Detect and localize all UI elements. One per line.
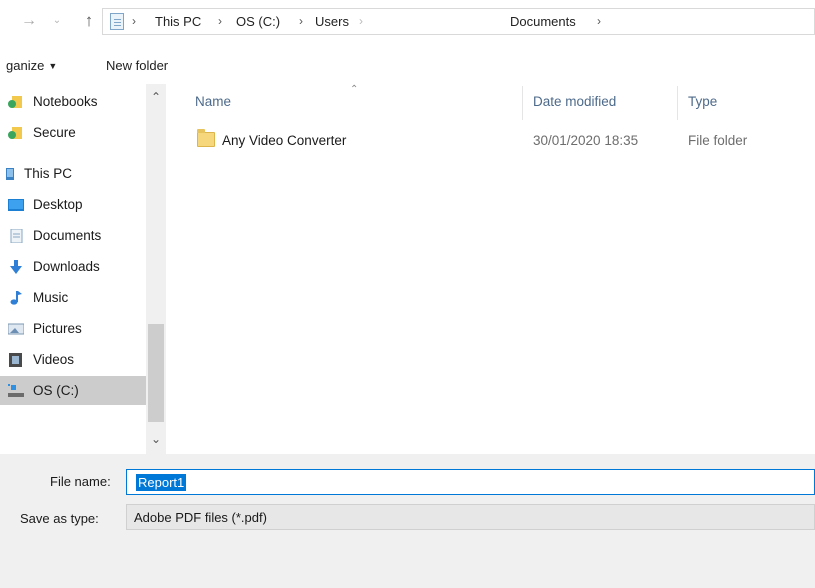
sidebar-item-label: Desktop bbox=[33, 197, 83, 212]
back-arrow-icon[interactable]: → bbox=[20, 12, 38, 30]
sidebar-item-downloads[interactable]: Downloads bbox=[0, 252, 146, 281]
sidebar-item-label: Pictures bbox=[33, 321, 82, 336]
sidebar-item-label: Secure bbox=[33, 125, 76, 140]
navigation-bar: → ⌄ ↑ › This PC › OS (C:) › Users › Docu… bbox=[0, 0, 815, 46]
breadcrumb-chevron-icon: › bbox=[299, 14, 303, 28]
sidebar-item-os-c[interactable]: OS (C:) bbox=[0, 376, 146, 405]
sidebar-item-this-pc[interactable]: This PC bbox=[0, 159, 146, 188]
breadcrumb-chevron-icon: › bbox=[359, 14, 363, 28]
scroll-up-chevron-icon[interactable]: ⌃ bbox=[146, 88, 166, 106]
onenote-notebook-icon bbox=[8, 127, 22, 139]
save-as-type-label: Save as type: bbox=[20, 511, 99, 526]
up-arrow-icon[interactable]: ↑ bbox=[80, 12, 98, 30]
sidebar-item-label: OS (C:) bbox=[33, 383, 79, 398]
sidebar-item-notebooks[interactable]: Notebooks bbox=[0, 87, 146, 116]
file-name: Any Video Converter bbox=[222, 133, 347, 148]
scroll-down-chevron-icon[interactable]: ⌄ bbox=[146, 430, 166, 448]
organize-button[interactable]: ganize ▼ bbox=[6, 58, 57, 73]
column-header-type[interactable]: Type bbox=[688, 94, 717, 109]
breadcrumb-chevron-icon: › bbox=[218, 14, 222, 28]
sidebar-item-documents[interactable]: Documents bbox=[0, 221, 146, 250]
file-type: File folder bbox=[688, 133, 748, 148]
onenote-notebook-icon bbox=[8, 96, 22, 108]
file-name-input[interactable]: Report1 bbox=[126, 469, 815, 495]
sidebar-item-label: Music bbox=[33, 290, 69, 305]
sidebar-item-desktop[interactable]: Desktop bbox=[0, 190, 146, 219]
sidebar-item-music[interactable]: Music bbox=[0, 283, 146, 312]
navigation-pane: Notebooks Secure This PC Desktop Documen… bbox=[0, 84, 146, 454]
table-row[interactable]: Any Video Converter 30/01/2020 18:35 Fil… bbox=[166, 124, 815, 156]
scrollbar-thumb[interactable] bbox=[148, 324, 164, 422]
breadcrumb-os-c[interactable]: OS (C:) bbox=[236, 14, 280, 29]
downloads-arrow-icon bbox=[10, 260, 22, 274]
sidebar-item-label: Notebooks bbox=[33, 94, 98, 109]
sidebar-item-label: This PC bbox=[24, 166, 73, 181]
save-as-type-select[interactable]: Adobe PDF files (*.pdf) bbox=[126, 504, 815, 530]
breadcrumb-users[interactable]: Users bbox=[315, 14, 349, 29]
column-header-date-modified[interactable]: Date modified bbox=[533, 94, 616, 109]
sidebar-item-label: Videos bbox=[33, 352, 75, 367]
recent-locations-chevron-icon[interactable]: ⌄ bbox=[48, 12, 66, 30]
breadcrumb-documents[interactable]: Documents bbox=[510, 14, 576, 29]
sidebar-item-label: Documents bbox=[33, 228, 102, 243]
sidebar-item-label: Downloads bbox=[33, 259, 100, 274]
desktop-icon bbox=[8, 199, 24, 211]
dropdown-caret-icon: ▼ bbox=[48, 61, 58, 71]
column-divider[interactable] bbox=[677, 86, 678, 120]
documents-icon bbox=[10, 229, 23, 243]
file-name-value: Report1 bbox=[136, 474, 187, 491]
music-note-icon bbox=[10, 291, 22, 305]
breadcrumb-this-pc[interactable]: This PC bbox=[155, 14, 201, 29]
sidebar-item-videos[interactable]: Videos bbox=[0, 345, 146, 374]
save-panel: File name: Report1 Save as type: Adobe P… bbox=[0, 454, 815, 588]
sort-ascending-caret-icon: ⌃ bbox=[350, 84, 359, 95]
sidebar-item-pictures[interactable]: Pictures bbox=[0, 314, 146, 343]
save-as-type-value: Adobe PDF files (*.pdf) bbox=[134, 510, 267, 525]
pictures-icon bbox=[8, 323, 24, 335]
breadcrumb-chevron-icon: › bbox=[132, 14, 136, 28]
address-bar[interactable]: › This PC › OS (C:) › Users › Documents … bbox=[102, 8, 815, 35]
column-divider[interactable] bbox=[522, 86, 523, 120]
file-date-modified: 30/01/2020 18:35 bbox=[533, 133, 639, 148]
new-folder-button[interactable]: New folder bbox=[106, 58, 168, 73]
file-list: ⌃ Name Date modified Type Any Video Conv… bbox=[166, 84, 815, 454]
sidebar-item-secure[interactable]: Secure bbox=[0, 118, 146, 147]
organize-label: ganize bbox=[6, 58, 45, 73]
computer-icon bbox=[6, 168, 14, 180]
documents-location-icon bbox=[110, 13, 124, 30]
column-header-name[interactable]: Name bbox=[195, 94, 231, 109]
file-name-label: File name: bbox=[50, 474, 111, 489]
videos-icon bbox=[9, 353, 22, 367]
folder-icon bbox=[197, 129, 215, 147]
command-toolbar: ganize ▼ New folder bbox=[0, 46, 815, 84]
drive-icon bbox=[8, 384, 24, 397]
breadcrumb-chevron-icon: › bbox=[597, 14, 601, 28]
navigation-pane-scrollbar[interactable]: ⌃ ⌄ bbox=[146, 84, 166, 454]
